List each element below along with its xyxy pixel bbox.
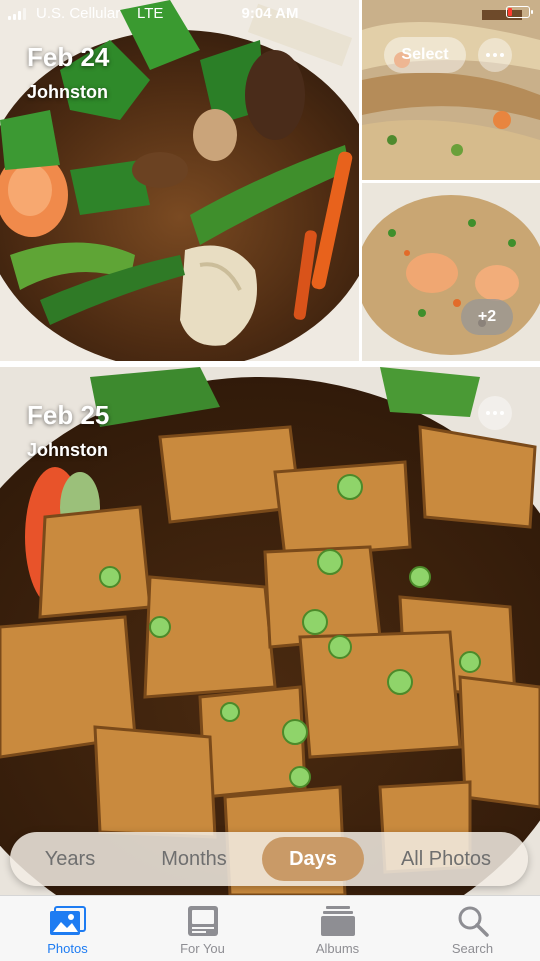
photo-fried-rice[interactable] (362, 183, 540, 361)
tab-label: Search (451, 941, 494, 956)
moment-date: Feb 25 (27, 400, 110, 430)
segment-years[interactable]: Years (20, 837, 120, 881)
moment-location[interactable]: Johnston (27, 82, 108, 103)
moment-location[interactable]: Johnston (27, 440, 108, 461)
tab-label: Photos (47, 941, 88, 956)
fried-rice-image (362, 183, 540, 361)
moment-date: Feb 24 (27, 42, 110, 72)
ellipsis-icon[interactable] (478, 38, 512, 72)
tab-search[interactable]: Search (405, 896, 540, 961)
more-photos-badge[interactable]: +2 (461, 299, 513, 335)
ellipsis-icon[interactable] (478, 396, 512, 430)
status-bar: U.S. Cellular LTE 9:04 AM (0, 0, 540, 28)
search-icon (457, 904, 489, 938)
segment-days[interactable]: Days (262, 837, 364, 881)
photos-icon (49, 904, 87, 938)
view-switcher: Years Months Days All Photos (10, 832, 528, 886)
albums-icon (320, 904, 356, 938)
status-time: 9:04 AM (241, 5, 299, 22)
battery-icon (506, 6, 533, 18)
tab-label: Albums (315, 941, 360, 956)
tab-for-you[interactable]: For You (135, 896, 270, 961)
tab-label: For You (180, 941, 225, 956)
segment-all-photos[interactable]: All Photos (380, 837, 512, 881)
tab-bar: Photos For You Albums Search (0, 895, 540, 961)
tab-photos[interactable]: Photos (0, 896, 135, 961)
select-button[interactable]: Select (384, 37, 466, 73)
for-you-icon (187, 904, 219, 938)
segment-months[interactable]: Months (140, 837, 248, 881)
tab-albums[interactable]: Albums (270, 896, 405, 961)
